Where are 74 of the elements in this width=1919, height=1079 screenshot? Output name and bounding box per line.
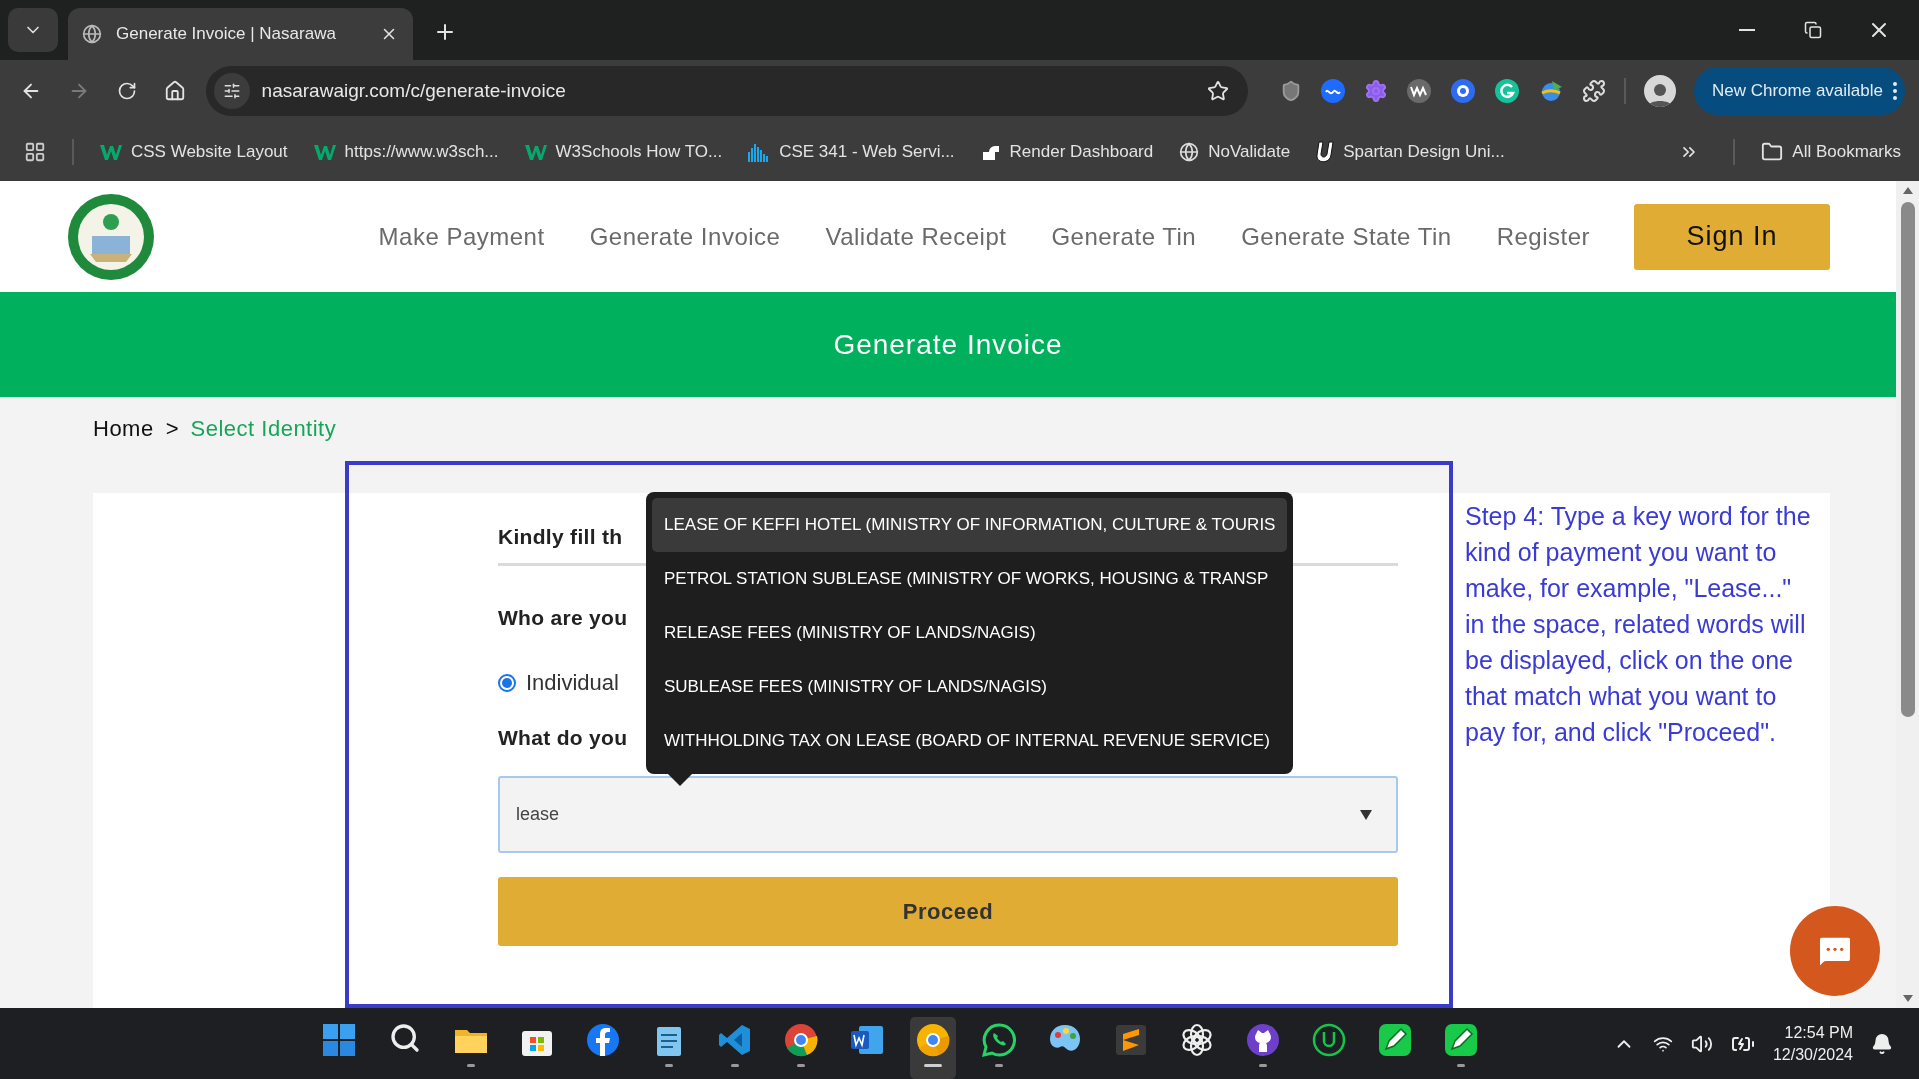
all-bookmarks-link[interactable]: All Bookmarks <box>1761 140 1901 163</box>
question-label: What do you <box>498 726 628 750</box>
minimize-icon <box>1739 29 1755 31</box>
nav-link[interactable]: Generate Tin <box>1051 222 1197 251</box>
restore-icon <box>1804 21 1822 39</box>
radio-label: Individual <box>526 670 619 696</box>
browser-logo-icon <box>915 1021 951 1058</box>
wave-circle-icon[interactable] <box>1405 78 1432 104</box>
bar-chart-icon <box>748 141 771 162</box>
u-circle-icon <box>1311 1021 1347 1058</box>
g-badge-icon[interactable] <box>1493 78 1520 104</box>
eye-badge-icon[interactable] <box>1449 78 1476 104</box>
u-logo-icon <box>1316 140 1335 163</box>
bookmark-link[interactable]: https://www.w3sch... <box>313 141 499 162</box>
bookmark-link[interactable]: W3Schools How TO... <box>524 141 723 162</box>
pencil-square-icon <box>1443 1021 1479 1058</box>
w3-logo-icon <box>524 142 547 161</box>
star-icon <box>1206 80 1229 102</box>
site-settings-button[interactable] <box>213 73 250 109</box>
proceed-button[interactable]: Proceed <box>498 877 1398 946</box>
scrollbar[interactable] <box>1896 181 1919 1008</box>
bookmark-link[interactable]: NoValidate <box>1179 141 1291 162</box>
bookmark-link[interactable]: CSS Website Layout <box>100 141 288 162</box>
suggestion-option[interactable]: RELEASE FEES (MINISTRY OF LANDS/NAGIS) <box>652 606 1288 660</box>
payment-search-field[interactable]: lease <box>498 776 1398 853</box>
banner-title: Generate Invoice <box>833 328 1063 361</box>
browser-logo-icon <box>783 1021 819 1058</box>
sliders-icon <box>222 82 241 100</box>
instruction-text: Step 4: Type a key word for the kind of payment you want to make, for example, "Lease..." in the space, related words will be displayed, click on the one that match what you want to pay for, and click "Proceed". <box>1464 501 1812 748</box>
tab-title: Generate Invoice | Nasarawa <box>116 24 337 44</box>
apps-grid-icon[interactable] <box>24 140 46 163</box>
nav-link[interactable]: Register <box>1496 222 1590 251</box>
wave-badge-icon[interactable] <box>1319 78 1346 104</box>
nav-link[interactable]: Validate Receipt <box>825 222 1007 251</box>
windows-logo-icon <box>321 1021 357 1058</box>
suggestion-option[interactable]: LEASE OF KEFFI HOTEL (MINISTRY OF INFORMATION, CULTURE & TOURIS <box>652 498 1288 552</box>
url-text: nasarawaigr.com/c/generate-invoice <box>261 80 567 102</box>
extensions-icon[interactable] <box>1581 79 1606 103</box>
profile-avatar[interactable] <box>1643 75 1676 107</box>
bookmark-link[interactable]: CSE 341 - Web Servi... <box>748 141 955 162</box>
radio-button[interactable] <box>498 674 516 692</box>
kebab-menu-icon <box>1893 82 1897 100</box>
home-icon <box>163 80 186 102</box>
update-button[interactable]: New Chrome available <box>1693 67 1905 115</box>
nav-link[interactable]: Generate Invoice <box>589 222 781 251</box>
breadcrumb-link[interactable]: Home <box>93 416 154 442</box>
suggestion-option[interactable]: WITHHOLDING TAX ON LEASE (BOARD OF INTERNAL REVENUE SERVICE) <box>652 714 1288 768</box>
taskbar-app-button[interactable] <box>910 1016 956 1079</box>
reload-icon <box>116 81 137 101</box>
pencil-square-icon <box>1377 1021 1413 1058</box>
chat-bubble-phone-icon <box>981 1021 1017 1058</box>
facebook-logo-icon <box>585 1021 621 1058</box>
nav-link[interactable]: Generate State Tin <box>1241 222 1452 251</box>
dropdown-triangle-icon <box>1360 810 1372 820</box>
breadcrumb-separator: > <box>165 416 179 442</box>
knot-logo-icon <box>1179 1021 1215 1058</box>
nav-link[interactable]: Make Payment <box>378 222 545 251</box>
suggestion-option[interactable]: SUBLEASE FEES (MINISTRY OF LANDS/NAGIS) <box>652 660 1288 714</box>
question-label: Who are you <box>498 606 628 630</box>
address-bar[interactable]: nasarawaigr.com/c/generate-invoice <box>205 66 1248 116</box>
bookmark-link[interactable]: Spartan Design Uni... <box>1316 140 1505 163</box>
sign-in-button[interactable]: Sign In <box>1634 203 1830 270</box>
w3-logo-icon <box>313 142 336 161</box>
search-icon <box>389 1021 421 1054</box>
folder-icon <box>1761 140 1784 163</box>
globe-icon <box>1179 141 1200 162</box>
clock[interactable]: 12:54 PM 12/30/2024 <box>1772 1021 1853 1066</box>
cat-logo-icon <box>1245 1021 1281 1058</box>
w3-logo-icon <box>100 142 122 161</box>
browser-tab[interactable]: Generate Invoice | Nasarawa <box>68 8 413 60</box>
notification-bell-icon[interactable] <box>1871 1032 1893 1055</box>
globe-icon <box>82 24 102 44</box>
bookmark-link[interactable]: Render Dashboard <box>980 141 1154 162</box>
gear-icon[interactable] <box>1363 79 1388 103</box>
